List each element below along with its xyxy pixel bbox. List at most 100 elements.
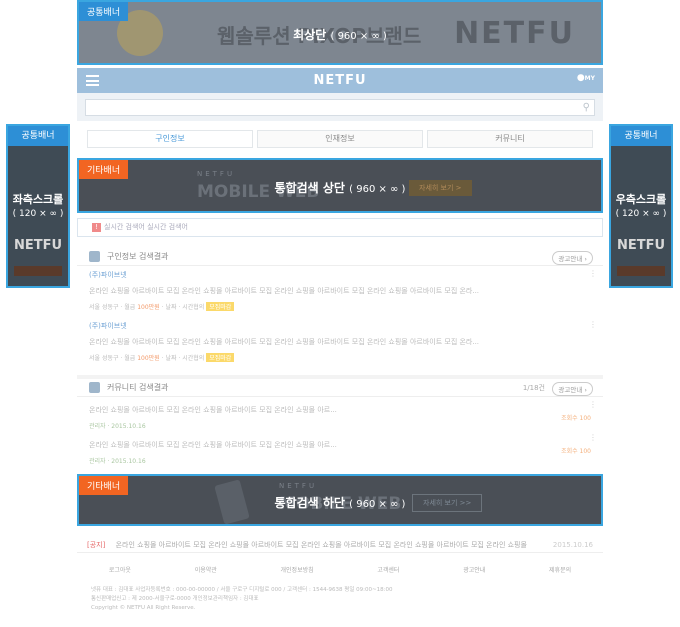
community-item[interactable]: 온라인 쇼핑몰 아르바이트 모집 온라인 쇼핑몰 아르바이트 모집 온라인 쇼핑… [77, 430, 603, 465]
top-banner[interactable]: 웹솔루션 PIXOP브랜드 NETFU 공통배너 최상단 ( 960 × ∞ ) [77, 0, 603, 65]
right-banner-label: 우측스크롤 ( 120 × ∞ ) [611, 192, 671, 222]
footer-info-line2: 통신판매업신고 : 제 2000-서울구로-0000 개인정보관리책임자 : 김… [91, 596, 259, 602]
community-views: 조회수 100 [561, 415, 591, 422]
job-etc: · 날짜 · 시간협의 [161, 304, 205, 311]
job-badge: 모집마감 [206, 353, 235, 362]
job-pay: 100만원 [137, 355, 160, 362]
mid-bg-small: NETFU [197, 170, 236, 178]
search-input[interactable]: ⚲ [85, 99, 595, 116]
job-section-header: 구인정보 검색결과 광고안내 › [77, 248, 603, 266]
right-banner-size: ( 120 × ∞ ) [615, 209, 667, 219]
community-section-title: 커뮤니티 검색결과 [107, 383, 169, 392]
notice-text[interactable]: 온라인 쇼핑몰 아르바이트 모집 온라인 쇼핑몰 아르바이트 모집 온라인 쇼핑… [116, 541, 527, 549]
left-banner-brand: NETFU [13, 238, 63, 253]
left-banner-tag: 공통배너 [8, 126, 68, 146]
footer-link-ad[interactable]: 광고안내 [463, 565, 485, 574]
search-bottom-banner[interactable]: NETFU MOBILE WEB 자세히 보기 >> 기타배너 통합검색 하단 … [77, 474, 603, 526]
job-pay: 100만원 [137, 304, 160, 311]
search-top-banner-title: 통합검색 상단 [274, 181, 345, 195]
right-scroll-banner[interactable]: 공통배너 우측스크롤 ( 120 × ∞ ) NETFU [609, 124, 673, 288]
footer-links: 로그아웃 이용약관 개인정보방침 고객센터 광고안내 제휴문의 [77, 565, 603, 574]
search-bar: ⚲ [77, 93, 603, 121]
search-top-banner-tag: 기타배너 [79, 160, 129, 179]
footer-copyright: Copyright © NETFU All Right Reserve. [91, 605, 196, 611]
more-icon[interactable]: ⋮ [589, 320, 597, 329]
job-meta: 서울 성동구 · 월급 100만원 · 날짜 · 시간협의 모집마감 [89, 302, 591, 311]
community-meta: 관리자 · 2015.10.16 [89, 458, 146, 465]
job-etc: · 날짜 · 시간협의 [161, 355, 205, 362]
right-banner-brand: NETFU [616, 238, 666, 253]
community-meta: 관리자 · 2015.10.16 [89, 423, 146, 430]
tab-job[interactable]: 구인정보 [87, 130, 253, 148]
job-section-title: 구인정보 검색결과 [107, 252, 169, 261]
community-count: 1/18건 [522, 384, 545, 392]
community-results-section: 커뮤니티 검색결과 1/18건 광고안내 › 온라인 쇼핑몰 아르바이트 모집 … [77, 375, 603, 465]
notice-date: 2015.10.16 [552, 541, 593, 549]
search-top-banner-label: 통합검색 상단 ( 960 × ∞ ) [79, 179, 601, 196]
job-location: 서울 성동구 · 월급 [89, 304, 136, 311]
footer-info: 넷퓨 대표 : 김대표 사업자등록번호 : 000-00-00000 / 서울 … [91, 586, 591, 613]
job-meta: 서울 성동구 · 월급 100만원 · 날짜 · 시간협의 모집마감 [89, 353, 591, 362]
job-badge: 모집마감 [206, 302, 235, 311]
app-title[interactable]: NETFU [77, 73, 603, 88]
more-icon[interactable]: ⋮ [589, 269, 597, 278]
notice-label: [공지] [87, 541, 106, 549]
footer-link-logout[interactable]: 로그아웃 [109, 565, 131, 574]
search-bottom-banner-label: 통합검색 하단 ( 960 × ∞ ) [79, 494, 601, 511]
job-item[interactable]: (주)파이브넷 온라인 쇼핑몰 아르바이트 모집 온라인 쇼핑몰 아르바이트 모… [77, 266, 603, 311]
left-banner-title: 좌측스크롤 [12, 193, 64, 206]
search-bottom-banner-title: 통합검색 하단 [274, 496, 345, 510]
realtime-keyword-bar[interactable]: ! 실시간 검색어 실시간 검색어 [77, 218, 603, 237]
left-banner-size: ( 120 × ∞ ) [12, 209, 64, 219]
right-banner-strip [617, 266, 665, 276]
job-ad-info-button[interactable]: 광고안내 › [552, 251, 593, 265]
mobile-frame: 웹솔루션 PIXOP브랜드 NETFU 공통배너 최상단 ( 960 × ∞ )… [77, 0, 603, 627]
bot-bg-small: NETFU [279, 482, 318, 490]
job-results-section: 구인정보 검색결과 광고안내 › (주)파이브넷 온라인 쇼핑몰 아르바이트 모… [77, 248, 603, 362]
job-location: 서울 성동구 · 월급 [89, 355, 136, 362]
left-banner-label: 좌측스크롤 ( 120 × ∞ ) [8, 192, 68, 222]
footer-link-privacy[interactable]: 개인정보방침 [281, 565, 314, 574]
search-icon[interactable]: ⚲ [583, 102, 590, 113]
community-views: 조회수 100 [561, 448, 591, 455]
footer-link-support[interactable]: 고객센터 [377, 565, 399, 574]
app-header: NETFU ●MY [77, 68, 603, 93]
community-item[interactable]: 온라인 쇼핑몰 아르바이트 모집 온라인 쇼핑몰 아르바이트 모집 온라인 쇼핑… [77, 397, 603, 430]
community-ad-info-button[interactable]: 광고안내 › [552, 382, 593, 396]
job-company[interactable]: (주)파이브넷 [89, 270, 591, 280]
top-banner-tag: 공통배너 [79, 2, 129, 21]
alert-icon: ! [92, 223, 101, 232]
footer-link-partner[interactable]: 제휴문의 [549, 565, 571, 574]
search-top-banner[interactable]: NETFU MOBILE WEB 자세히 보기 > 기타배너 통합검색 상단 (… [77, 158, 603, 213]
left-scroll-banner[interactable]: 공통배너 좌측스크롤 ( 120 × ∞ ) NETFU [6, 124, 70, 288]
right-banner-title: 우측스크롤 [615, 193, 667, 206]
more-icon[interactable]: ⋮ [589, 400, 597, 409]
category-tabs: 구인정보 인재정보 커뮤니티 [87, 130, 593, 148]
community-desc[interactable]: 온라인 쇼핑몰 아르바이트 모집 온라인 쇼핑몰 아르바이트 모집 온라인 쇼핑… [89, 405, 591, 415]
footer-info-line1: 넷퓨 대표 : 김대표 사업자등록번호 : 000-00-00000 / 서울 … [91, 587, 393, 593]
job-desc[interactable]: 온라인 쇼핑몰 아르바이트 모집 온라인 쇼핑몰 아르바이트 모집 온라인 쇼핑… [89, 286, 591, 296]
search-bottom-banner-tag: 기타배너 [79, 476, 129, 495]
notice-bar[interactable]: [공지] 온라인 쇼핑몰 아르바이트 모집 온라인 쇼핑몰 아르바이트 모집 온… [77, 537, 603, 553]
top-banner-label: 최상단 ( 960 × ∞ ) [79, 26, 601, 43]
community-desc[interactable]: 온라인 쇼핑몰 아르바이트 모집 온라인 쇼핑몰 아르바이트 모집 온라인 쇼핑… [89, 440, 591, 450]
list-icon [89, 382, 100, 393]
job-desc[interactable]: 온라인 쇼핑몰 아르바이트 모집 온라인 쇼핑몰 아르바이트 모집 온라인 쇼핑… [89, 337, 591, 347]
tab-community[interactable]: 커뮤니티 [427, 130, 593, 148]
my-page-icon[interactable]: ●MY [577, 73, 595, 83]
page: 공통배너 좌측스크롤 ( 120 × ∞ ) NETFU 공통배너 우측스크롤 … [0, 0, 680, 627]
community-section-header: 커뮤니티 검색결과 1/18건 광고안내 › [77, 379, 603, 397]
tab-talent[interactable]: 인재정보 [257, 130, 423, 148]
top-banner-size: ( 960 × ∞ ) [330, 31, 387, 42]
realtime-keyword-text: 실시간 검색어 실시간 검색어 [104, 223, 188, 231]
left-banner-strip [14, 266, 62, 276]
job-company[interactable]: (주)파이브넷 [89, 321, 591, 331]
more-icon[interactable]: ⋮ [589, 433, 597, 442]
job-item[interactable]: (주)파이브넷 온라인 쇼핑몰 아르바이트 모집 온라인 쇼핑몰 아르바이트 모… [77, 317, 603, 362]
my-label: MY [584, 75, 595, 82]
right-banner-tag: 공통배너 [611, 126, 671, 146]
search-bottom-banner-size: ( 960 × ∞ ) [349, 499, 406, 510]
search-top-banner-size: ( 960 × ∞ ) [349, 184, 406, 195]
footer-link-terms[interactable]: 이용약관 [195, 565, 217, 574]
top-banner-title: 최상단 [293, 28, 327, 42]
